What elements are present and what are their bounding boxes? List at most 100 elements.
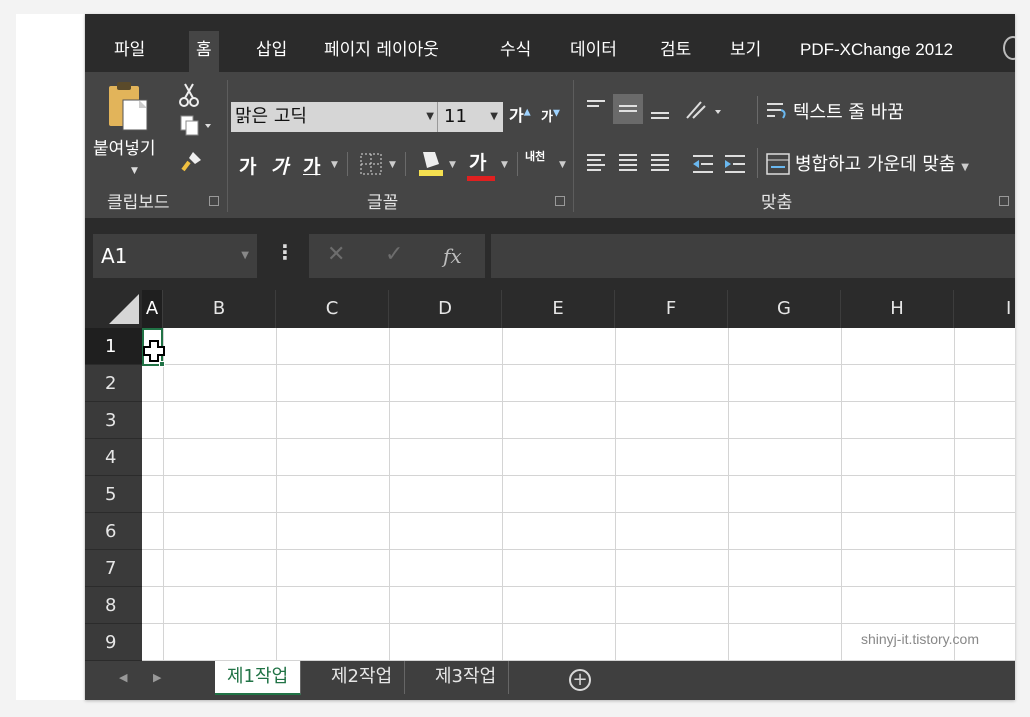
paste-icon[interactable] [107,80,149,132]
spreadsheet-grid[interactable]: 1 2 3 4 5 6 7 8 9 shinyj-it.tistory.com [85,328,1015,661]
align-left-button[interactable] [581,148,611,178]
column-header[interactable]: A [142,290,163,328]
alignment-group-label: 맞춤 [761,193,793,213]
column-header[interactable]: B [163,290,276,328]
divider [405,152,406,176]
tab-view[interactable]: 보기 [723,31,768,72]
row-header[interactable]: 5 [85,476,142,513]
grid-line [276,328,277,661]
border-dropdown-icon[interactable]: ▼ [389,160,396,170]
clipboard-launcher-icon[interactable] [209,196,219,206]
copy-icon[interactable] [179,114,213,138]
merge-center-label: 병합하고 가운데 맞춤 [795,154,956,175]
phonetic-dropdown-icon[interactable]: ▼ [559,160,566,170]
font-color-swatch [467,176,495,181]
align-bottom-button[interactable] [645,94,675,124]
tab-insert[interactable]: 삽입 [249,31,294,72]
font-color-button[interactable]: 가 [467,148,495,181]
sheet-tab-2[interactable]: 제2작업 [319,661,406,694]
row-header[interactable]: 8 [85,587,142,624]
alignment-launcher-icon[interactable] [999,196,1009,206]
format-painter-icon[interactable] [179,150,203,174]
table-row: 6 [85,513,1015,550]
table-row: 7 [85,550,1015,587]
merge-dropdown-icon[interactable]: ▼ [961,162,969,173]
decrease-font-size-button[interactable]: 가▼ [541,106,560,125]
previous-sheet-icon[interactable]: ◀ [119,671,127,684]
column-header[interactable]: G [728,290,841,328]
table-row: 3 [85,402,1015,439]
column-header[interactable]: I [954,290,1015,328]
tab-page-layout[interactable]: 페이지 레이아웃 [317,31,446,72]
chevron-down-icon[interactable]: ▼ [241,234,249,278]
sheet-tab-bar: ◀ ▶ 제1작업 제2작업 제3작업 + [85,661,1015,700]
formula-input[interactable] [491,234,1015,278]
font-size-select[interactable]: 11 ▼ [437,102,503,132]
chevron-down-icon[interactable]: ▼ [426,102,434,132]
sheet-tab-1[interactable]: 제1작업 [215,661,302,695]
align-top-button[interactable] [581,94,611,124]
row-header[interactable]: 1 [85,328,142,365]
more-options-icon[interactable]: ⋮ [275,240,295,264]
cut-icon[interactable] [177,82,201,108]
tell-me-icon[interactable] [1003,36,1015,60]
name-box[interactable]: A1 ▼ [93,234,257,278]
paste-button[interactable]: 붙여넣기 [93,134,156,159]
align-center-button[interactable] [613,148,643,178]
row-header[interactable]: 6 [85,513,142,550]
sheet-tab-3[interactable]: 제3작업 [423,661,510,694]
table-row: 2 [85,365,1015,402]
column-header[interactable]: C [276,290,389,328]
align-right-button[interactable] [645,148,675,178]
increase-font-label: 가 [509,106,524,125]
tab-review[interactable]: 검토 [653,31,698,72]
column-header[interactable]: H [841,290,954,328]
column-header[interactable]: E [502,290,615,328]
fill-color-dropdown-icon[interactable]: ▼ [449,160,456,170]
insert-function-icon[interactable]: fx [443,244,462,268]
column-header[interactable]: D [389,290,502,328]
merge-center-button[interactable]: 병합하고 가운데 맞춤 ▼ [795,150,969,176]
tab-pdf-xchange[interactable]: PDF-XChange 2012 [793,31,960,72]
increase-font-size-button[interactable]: 가▲ [509,102,531,126]
font-name-select[interactable]: 맑은 고딕 ▼ [231,102,439,132]
name-box-value: A1 [101,244,128,268]
wrap-text-button[interactable]: 텍스트 줄 바꿈 [793,98,904,124]
tab-file[interactable]: 파일 [107,31,152,72]
row-header[interactable]: 2 [85,365,142,402]
decrease-indent-icon[interactable] [689,152,717,176]
row-header[interactable]: 4 [85,439,142,476]
bold-button[interactable]: 가 [239,152,256,179]
cancel-icon[interactable]: ✕ [327,242,345,267]
formula-controls: ✕ ✓ fx [309,234,485,278]
underline-dropdown-icon[interactable]: ▼ [331,160,338,170]
row-header[interactable]: 3 [85,402,142,439]
tab-home[interactable]: 홈 [189,31,219,72]
orientation-icon[interactable] [683,98,725,122]
tab-formulas[interactable]: 수식 [493,31,538,72]
italic-button[interactable]: 가 [271,152,288,179]
tab-data[interactable]: 데이터 [563,31,624,72]
paste-dropdown-icon[interactable]: ▼ [131,166,138,176]
enter-icon[interactable]: ✓ [385,242,403,267]
divider [347,152,348,176]
phonetic-guide-button[interactable]: 내천 [525,148,545,164]
formula-bar: A1 ▼ ⋮ ✕ ✓ fx [85,218,1015,290]
next-sheet-icon[interactable]: ▶ [153,671,161,684]
row-header[interactable]: 7 [85,550,142,587]
border-icon[interactable] [359,152,383,176]
clipboard-group-label: 클립보드 [107,193,170,213]
underline-button[interactable]: 가 [303,152,320,179]
add-sheet-button[interactable]: + [569,669,591,691]
chevron-down-icon[interactable]: ▼ [490,102,498,132]
fill-color-icon[interactable] [417,148,445,178]
column-header[interactable]: F [615,290,728,328]
increase-indent-icon[interactable] [721,152,749,176]
divider [517,152,518,176]
row-header[interactable]: 9 [85,624,142,661]
select-all-button[interactable] [109,294,139,324]
align-middle-button[interactable] [613,94,643,124]
font-color-dropdown-icon[interactable]: ▼ [501,160,508,170]
ribbon-home: 붙여넣기 ▼ 클립보드 맑은 고딕 ▼ 11 ▼ 가▲ 가▼ 가 가 가 ▼ ▼… [85,72,1015,218]
font-launcher-icon[interactable] [555,196,565,206]
